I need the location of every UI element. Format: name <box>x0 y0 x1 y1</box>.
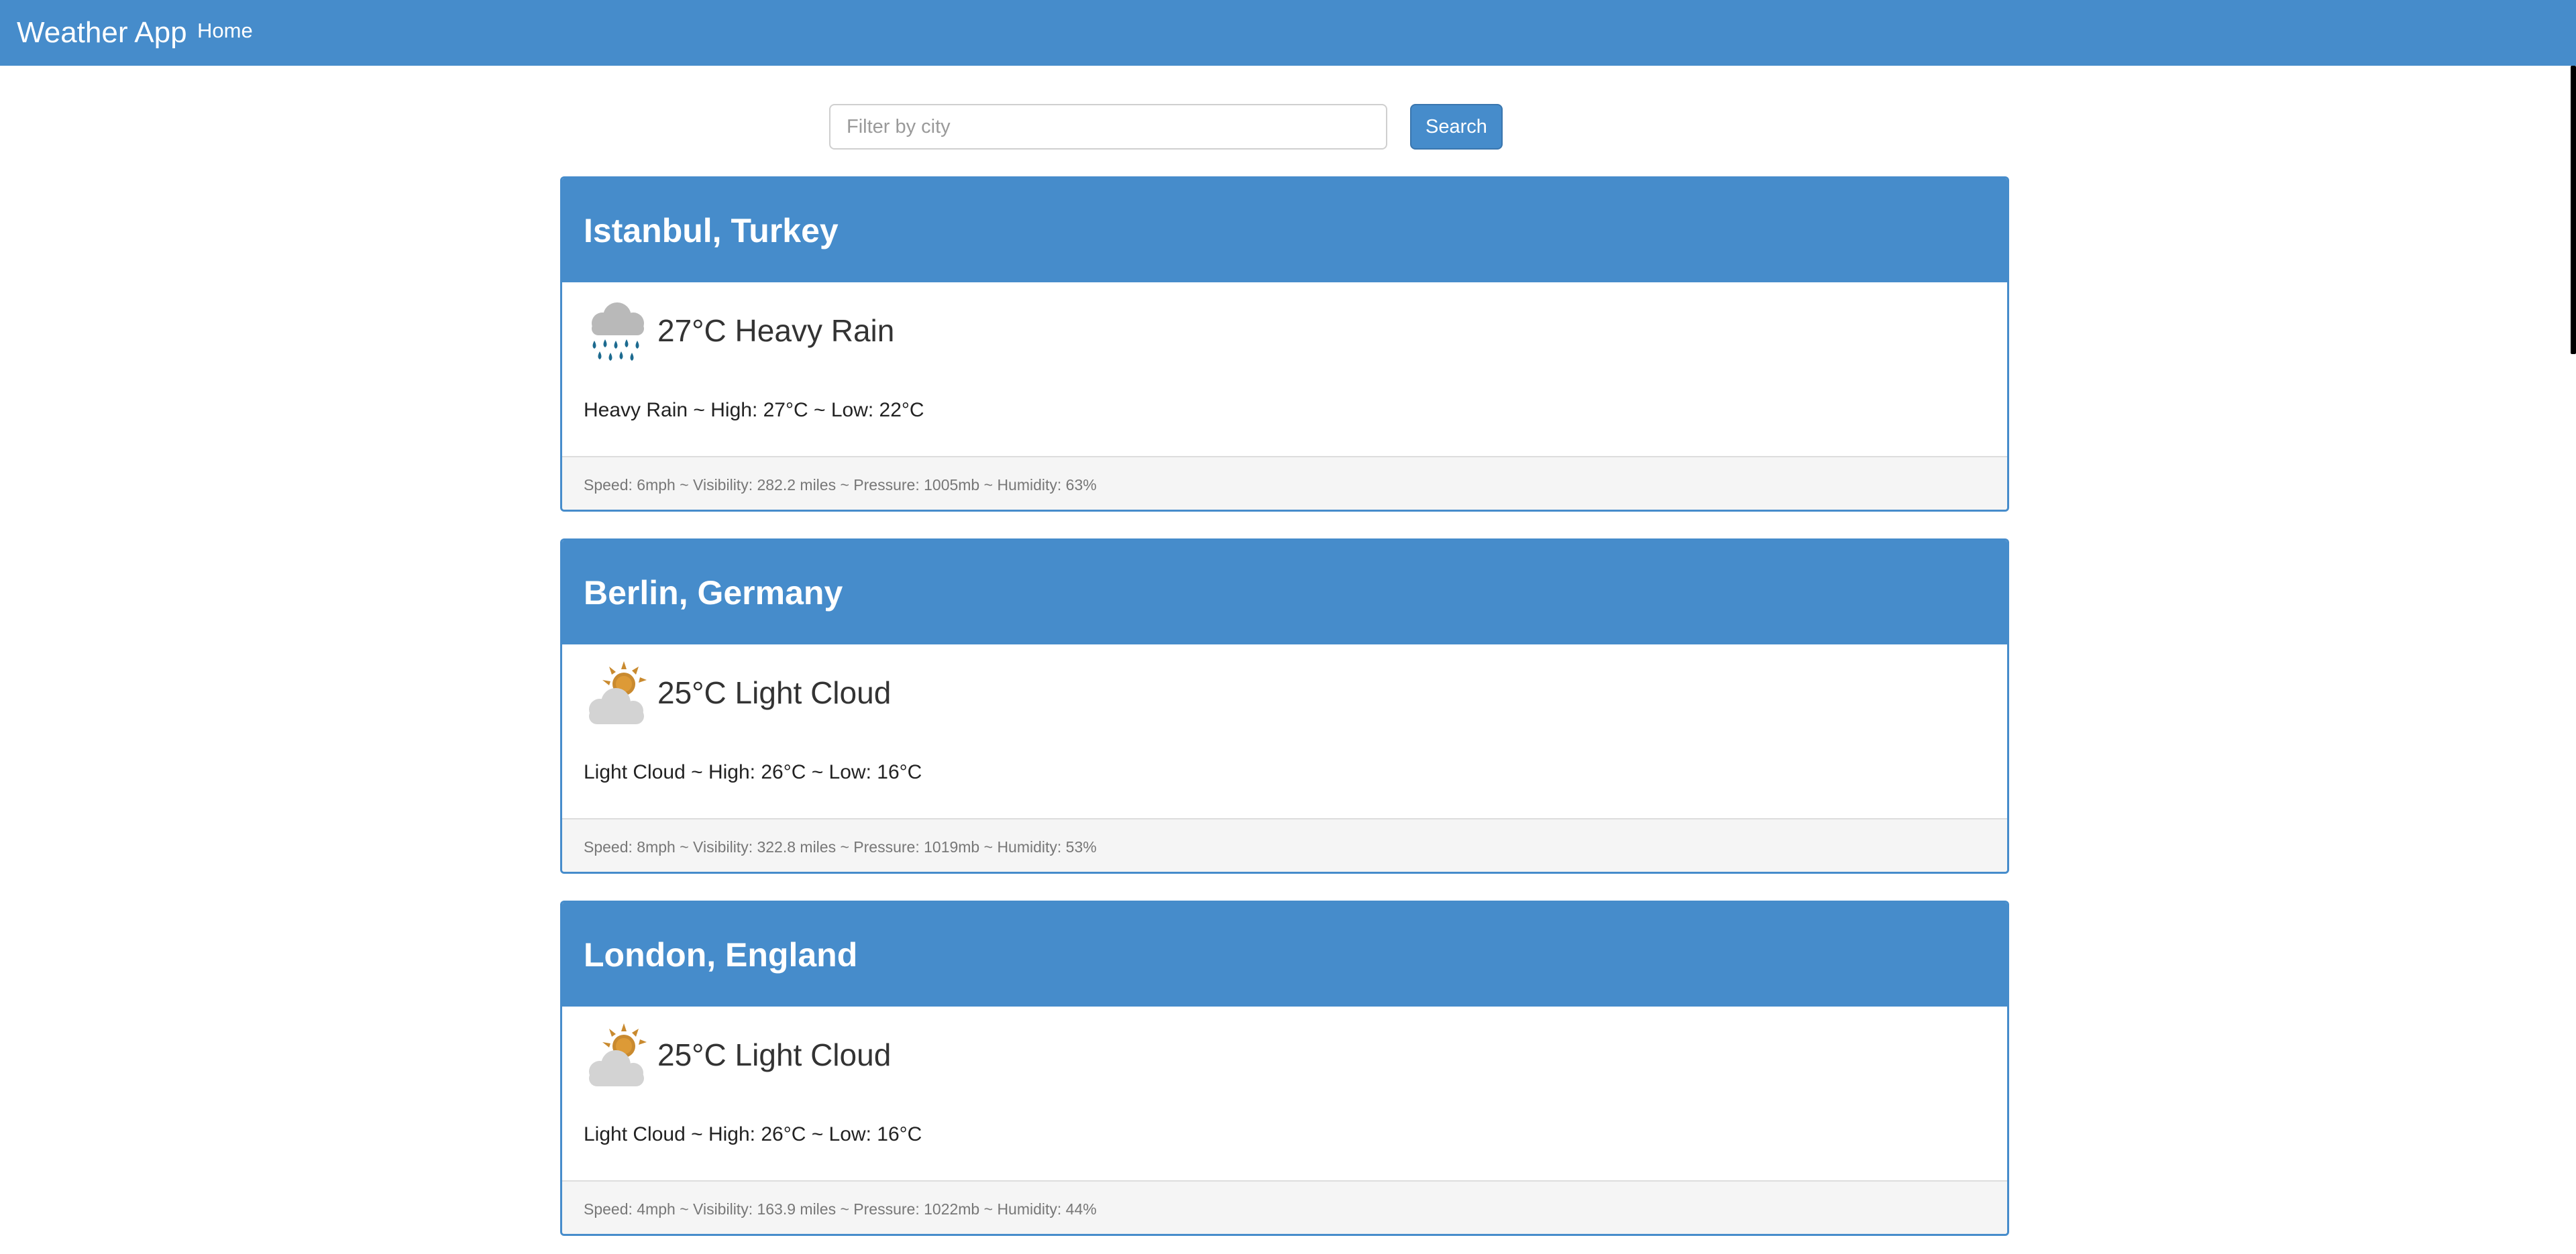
card-footer: Speed: 8mph ~ Visibility: 322.8 miles ~ … <box>562 818 2007 872</box>
weather-app-page: Weather App Home Search Istanbul, Turkey <box>0 0 2576 1254</box>
light-cloud-icon <box>589 661 647 724</box>
weather-summary: Light Cloud ~ High: 26°C ~ Low: 16°C <box>584 761 922 783</box>
search-button[interactable]: Search <box>1410 104 1503 150</box>
nav-home-link[interactable]: Home <box>197 19 253 43</box>
card-footer: Speed: 4mph ~ Visibility: 163.9 miles ~ … <box>562 1180 2007 1234</box>
brand-link[interactable]: Weather App <box>17 16 187 50</box>
city-title: London, England <box>584 936 858 974</box>
city-title: Berlin, Germany <box>584 574 843 612</box>
page-scrollbar-thumb[interactable] <box>2571 66 2576 354</box>
weather-details: Speed: 8mph ~ Visibility: 322.8 miles ~ … <box>584 838 1097 856</box>
city-title: Istanbul, Turkey <box>584 212 839 249</box>
weather-headline: 27°C Heavy Rain <box>657 313 895 348</box>
top-navbar: Weather App Home <box>0 0 2576 66</box>
card-header: Istanbul, Turkey <box>562 178 2007 282</box>
weather-summary: Heavy Rain ~ High: 27°C ~ Low: 22°C <box>584 399 924 421</box>
city-filter-input[interactable] <box>829 104 1387 150</box>
card-footer: Speed: 6mph ~ Visibility: 282.2 miles ~ … <box>562 456 2007 510</box>
card-header: London, England <box>562 903 2007 1007</box>
weather-details: Speed: 6mph ~ Visibility: 282.2 miles ~ … <box>584 476 1097 494</box>
city-card-london: London, England 25°C Light Cloud Light C… <box>560 901 2009 1236</box>
city-card-berlin: Berlin, Germany 25°C Light Cloud Light C… <box>560 538 2009 874</box>
weather-headline: 25°C Light Cloud <box>657 675 892 710</box>
weather-summary: Light Cloud ~ High: 26°C ~ Low: 16°C <box>584 1123 922 1145</box>
city-card-istanbul: Istanbul, Turkey 27°C Heavy Rain Heavy R… <box>560 176 2009 512</box>
weather-details: Speed: 4mph ~ Visibility: 163.9 miles ~ … <box>584 1200 1097 1218</box>
weather-headline: 25°C Light Cloud <box>657 1037 892 1072</box>
light-cloud-icon <box>589 1023 647 1086</box>
card-header: Berlin, Germany <box>562 540 2007 644</box>
heavy-rain-icon <box>592 302 644 361</box>
